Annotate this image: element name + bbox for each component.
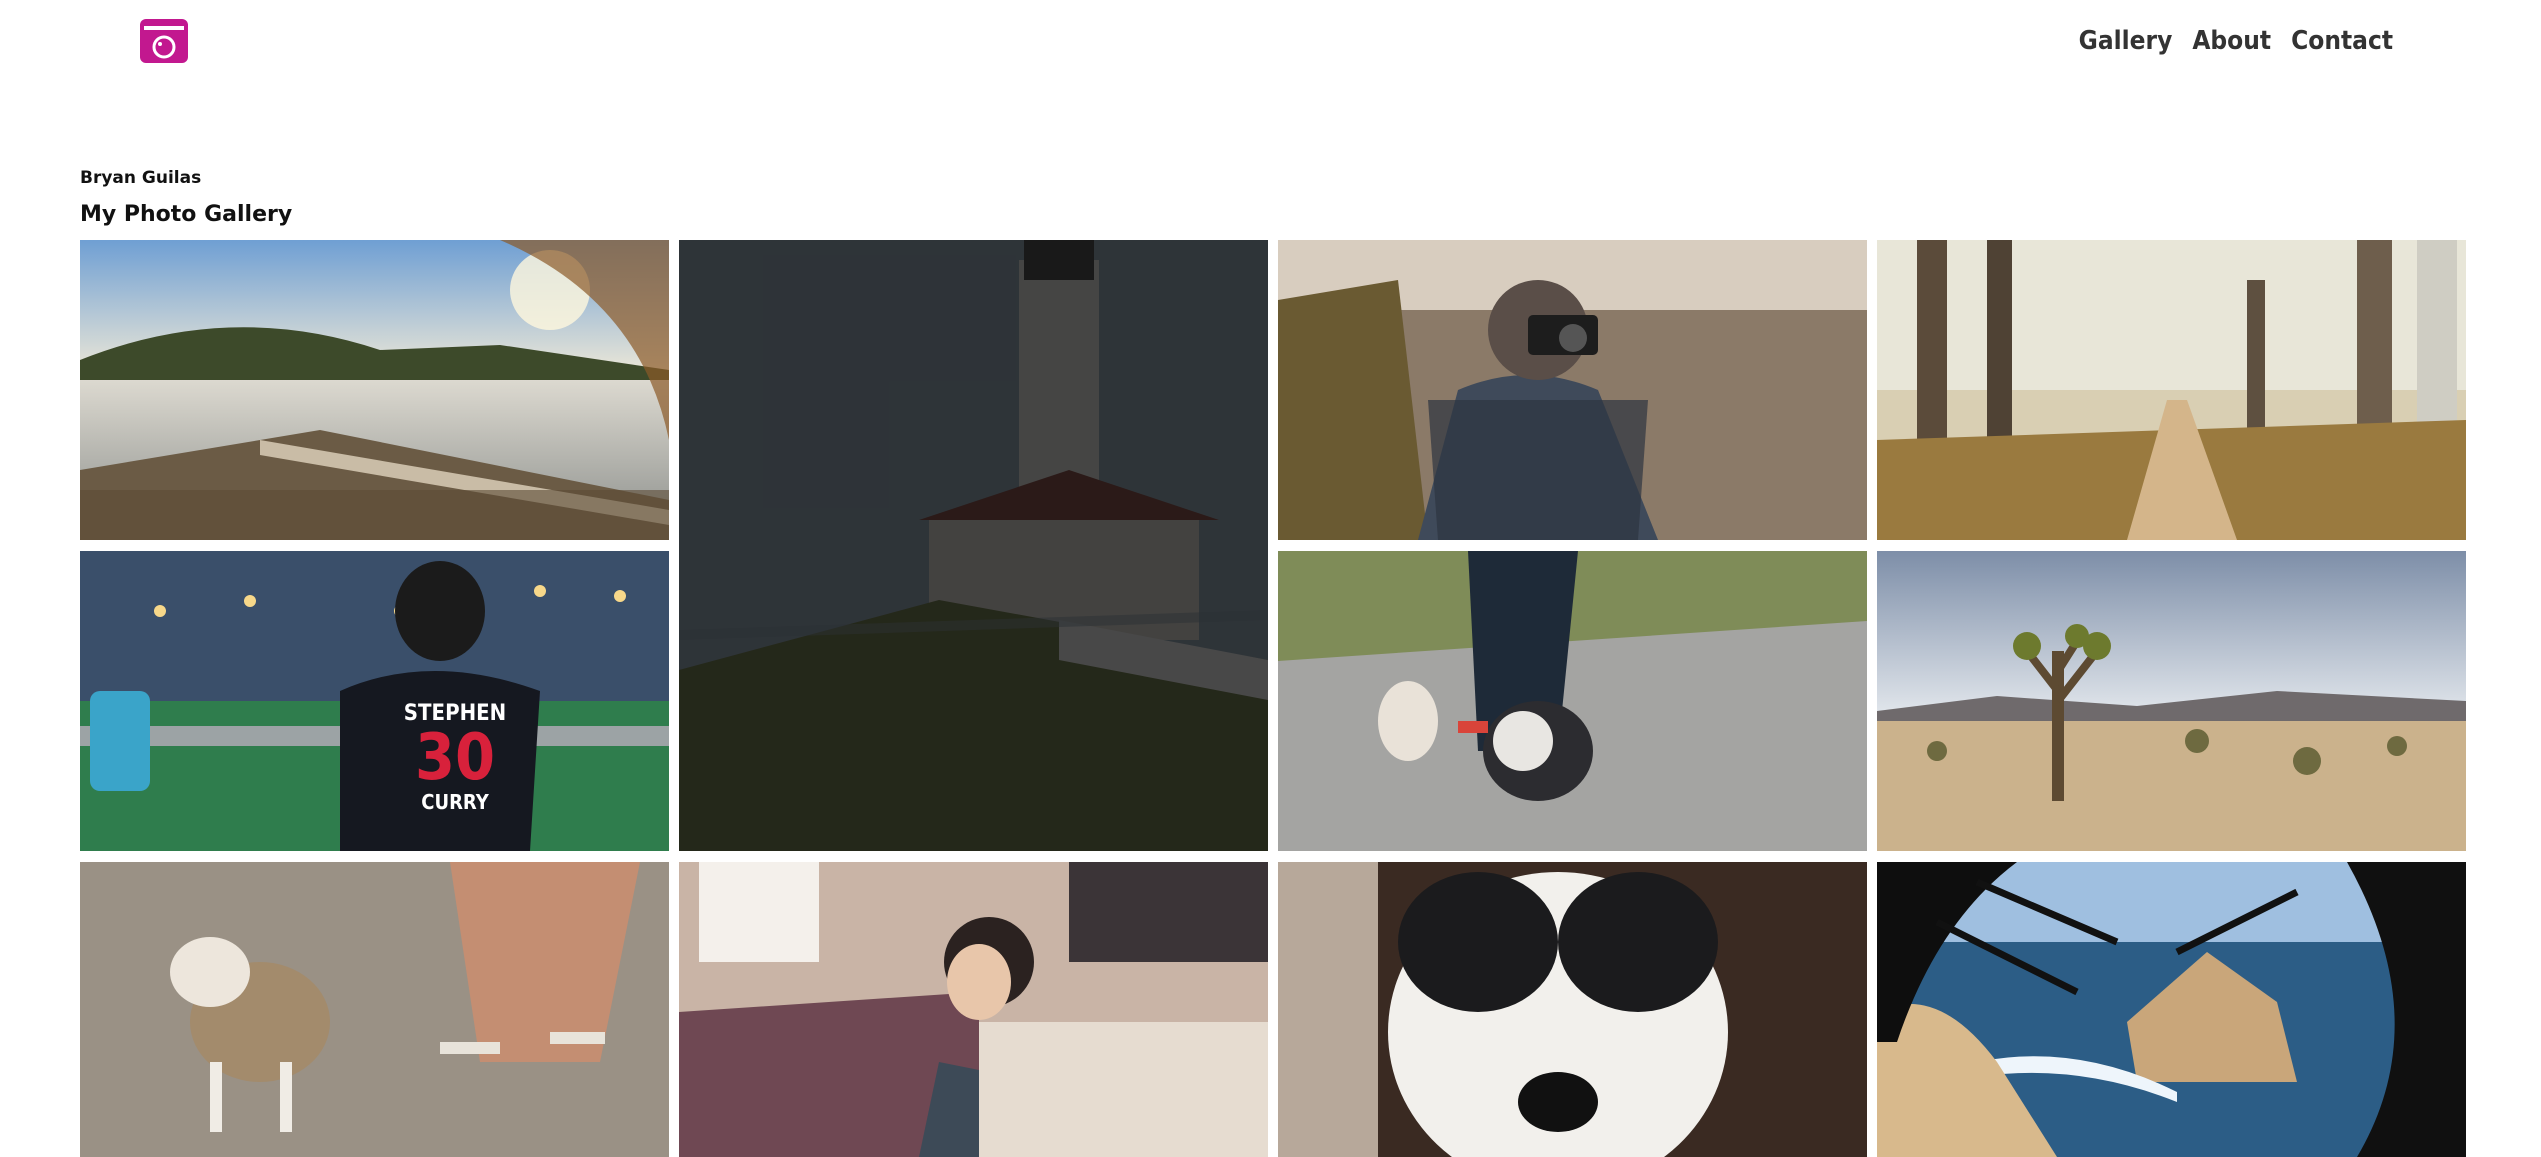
camera-icon[interactable] (140, 19, 188, 63)
photo-lighthouse[interactable] (679, 240, 1268, 851)
page-title: My Photo Gallery (80, 202, 293, 227)
nav-about-link[interactable]: About (2192, 26, 2271, 56)
photo-coastal-rocks-trees[interactable] (1877, 862, 2466, 1157)
photo-photographer-with-camera[interactable] (1278, 240, 1867, 540)
site-header: Gallery About Contact (0, 0, 2541, 90)
jersey-number: 30 (414, 721, 496, 795)
photo-two-dogs-on-leash[interactable] (1278, 551, 1867, 851)
photo-gallery-grid: STEPHEN 30 CURRY (80, 240, 2466, 1157)
jersey-text: STEPHEN 30 CURRY (395, 701, 515, 814)
nav-gallery-link[interactable]: Gallery (2079, 26, 2173, 56)
jersey-surname: CURRY (421, 790, 489, 814)
main-nav: Gallery About Contact (2079, 26, 2393, 56)
photo-boy-stephen-curry-jersey[interactable]: STEPHEN 30 CURRY (80, 551, 669, 851)
photo-chihuahua-in-sweater[interactable] (80, 862, 669, 1157)
photo-fluffy-dog-closeup[interactable] (1278, 862, 1867, 1157)
photo-forest-trail[interactable] (1877, 240, 2466, 540)
photo-joshua-tree-desert[interactable] (1877, 551, 2466, 851)
nav-contact-link[interactable]: Contact (2291, 26, 2393, 56)
photo-toddler-by-bed[interactable] (679, 862, 1268, 1157)
image-dim-overlay (679, 240, 1268, 851)
author-name: Bryan Guilas (80, 168, 202, 188)
photo-lake-boardwalk[interactable] (80, 240, 669, 540)
